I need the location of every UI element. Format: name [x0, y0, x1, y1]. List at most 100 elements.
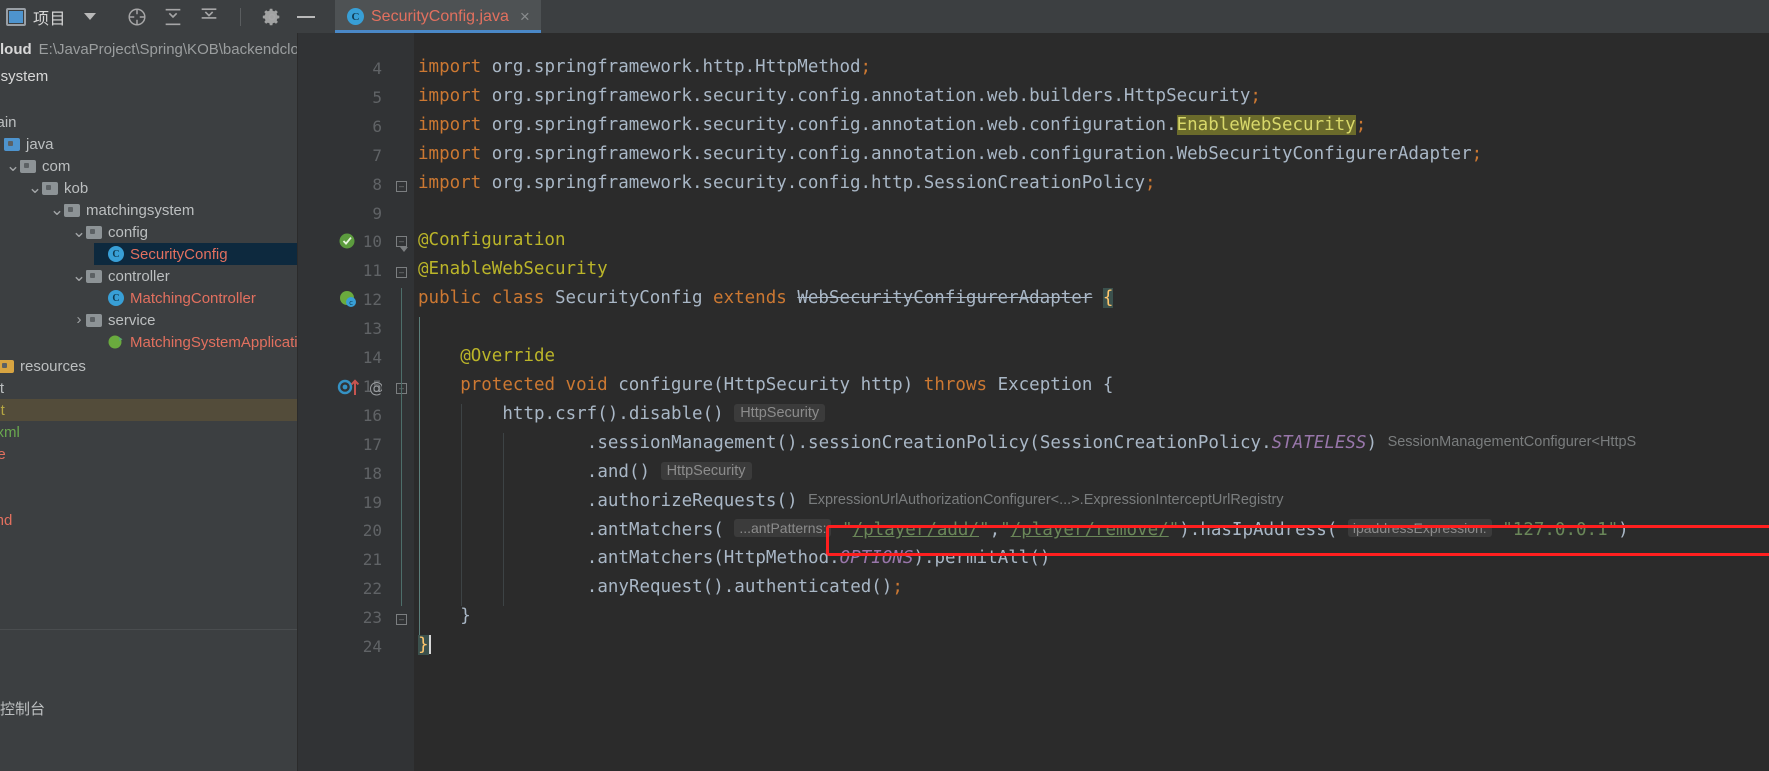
chevron-down-icon[interactable]: ⌄	[72, 223, 86, 240]
locate-icon[interactable]	[126, 6, 148, 28]
line-number: 22	[362, 579, 382, 599]
sidebar-item-resources[interactable]: resources	[0, 355, 297, 377]
svg-text:@: @	[369, 379, 382, 397]
code-line-18[interactable]: .and() HttpSecurity	[418, 461, 752, 482]
sidebar-item-com[interactable]: ⌄ com	[6, 155, 297, 177]
expand-all-icon[interactable]	[162, 6, 184, 28]
line-number: 11	[362, 261, 382, 281]
sidebar-item-matchingsystemapplication[interactable]: MatchingSystemApplication	[94, 331, 297, 353]
folder-icon	[42, 181, 58, 195]
sidebar-item-main[interactable]: main	[0, 111, 297, 133]
sidebar-item-config[interactable]: ⌄ config	[72, 221, 297, 243]
override-method-icon[interactable]: @	[336, 376, 384, 402]
fold-collapse-icon[interactable]: –	[396, 267, 407, 279]
sidebar-item-label: com	[42, 157, 71, 175]
fold-region-tail	[400, 247, 408, 253]
panel-divider	[0, 629, 297, 630]
minimize-icon[interactable]	[297, 15, 316, 18]
fold-collapse-icon[interactable]: –	[396, 614, 407, 626]
console-label[interactable]: 控制台	[0, 698, 45, 719]
fold-region-icon[interactable]: –	[396, 236, 407, 248]
code-line-20[interactable]: .antMatchers( ...antPatterns: "/player/a…	[418, 519, 1629, 540]
top-toolbar: 项目 C SecurityConfig.java ×	[0, 0, 1769, 33]
editor-gutter[interactable]: 456789101112131415161718192021222324c@	[298, 33, 390, 771]
collapse-all-icon[interactable]	[198, 6, 220, 28]
chevron-down-icon[interactable]: ⌄	[72, 267, 86, 284]
sidebar-item-ml[interactable]: ml	[0, 531, 297, 553]
folder-icon	[86, 269, 102, 283]
chevron-right-icon[interactable]: ›	[72, 312, 86, 327]
code-line-5[interactable]: import org.springframework.security.conf…	[418, 86, 1261, 106]
code-line-8[interactable]: import org.springframework.security.conf…	[418, 173, 1156, 193]
sidebar-item-cmd[interactable]: cmd	[0, 509, 297, 531]
project-tree-panel[interactable]: loud E:\JavaProject\Spring\KOB\backendcl…	[0, 33, 297, 771]
breadcrumb: loud E:\JavaProject\Spring\KOB\backendcl…	[0, 33, 297, 66]
gear-icon[interactable]	[261, 6, 283, 28]
folder-icon	[0, 359, 14, 373]
code-content[interactable]: import org.springframework.http.HttpMeth…	[414, 33, 1769, 771]
fold-collapse-icon[interactable]: –	[396, 180, 407, 192]
inlay-hint: ExpressionUrlAuthorizationConfigurer<...…	[808, 491, 1284, 508]
sidebar-item-label: matchingsystem	[86, 201, 195, 219]
chevron-down-icon[interactable]: ⌄	[6, 157, 20, 174]
ide-window: 项目 C SecurityConfig.java × loud E:\JavaP…	[0, 0, 1769, 771]
line-number: 9	[372, 203, 382, 223]
sidebar-item-kob[interactable]: ⌄ kob	[28, 177, 297, 199]
line-number: 10	[362, 232, 382, 252]
close-icon[interactable]: ×	[520, 8, 530, 25]
java-class-icon: C	[347, 8, 364, 25]
code-line-4[interactable]: import org.springframework.http.HttpMeth…	[418, 57, 871, 77]
sidebar-item-label: nd	[0, 468, 1, 485]
fold-column[interactable]: –––––	[390, 33, 414, 771]
chevron-down-icon[interactable]: ⌄	[28, 179, 42, 196]
spring-class-icon[interactable]: c	[338, 289, 358, 313]
folder-icon	[86, 313, 102, 327]
sidebar-item-ngsystem[interactable]: ngsystem	[0, 65, 297, 87]
line-number: 17	[362, 434, 382, 454]
sidebar-item-matchingcontroller[interactable]: C MatchingController	[94, 287, 297, 309]
java-class-icon: C	[108, 246, 124, 262]
tab-securityconfig[interactable]: C SecurityConfig.java ×	[335, 0, 541, 33]
bean-green-icon[interactable]	[338, 231, 358, 255]
code-line-12[interactable]: public class SecurityConfig extends WebS…	[418, 288, 1114, 309]
line-number: 20	[362, 521, 382, 541]
sidebar-item-est[interactable]: est	[0, 377, 297, 399]
sidebar-item-securityconfig[interactable]: C SecurityConfig	[94, 243, 297, 265]
code-line-17[interactable]: .sessionManagement().sessionCreationPoli…	[418, 433, 1636, 453]
code-line-15[interactable]: protected void configure(HttpSecurity ht…	[418, 375, 1113, 395]
tab-bar-empty	[540, 0, 1769, 33]
code-line-7[interactable]: import org.springframework.security.conf…	[418, 144, 1482, 164]
sidebar-item-get[interactable]: get	[0, 399, 297, 421]
sidebar-item-java[interactable]: java	[0, 133, 297, 155]
inlay-hint: HttpSecurity	[734, 403, 826, 422]
toolbar-divider	[240, 7, 242, 26]
editor-tab-bar: C SecurityConfig.java ×	[335, 0, 1769, 33]
sidebar-item-n-xml[interactable]: n.xml	[0, 421, 297, 443]
sidebar-item-nd[interactable]: nd	[0, 465, 297, 487]
code-line-23[interactable]: }	[418, 606, 471, 626]
code-editor[interactable]: 456789101112131415161718192021222324c@ –…	[298, 33, 1769, 771]
sidebar-item-label: MatchingSystemApplication	[130, 333, 297, 351]
code-line-19[interactable]: .authorizeRequests() ExpressionUrlAuthor…	[418, 491, 1284, 511]
code-line-22[interactable]: .anyRequest().authenticated();	[418, 577, 903, 597]
sidebar-item-label: cmd	[0, 511, 13, 529]
code-line-6[interactable]: import org.springframework.security.conf…	[418, 114, 1366, 135]
code-line-21[interactable]: .antMatchers(HttpMethod.OPTIONS).permitA…	[418, 548, 1051, 568]
sidebar-item-ore[interactable]: ore	[0, 443, 297, 465]
chevron-down-icon[interactable]: ⌄	[50, 201, 64, 218]
breadcrumb-name: loud	[0, 41, 32, 58]
line-number: 21	[362, 550, 382, 570]
code-line-24[interactable]: }	[418, 635, 431, 655]
code-line-11[interactable]: @EnableWebSecurity	[418, 259, 608, 279]
line-number: 8	[372, 174, 382, 194]
chevron-down-icon[interactable]	[84, 13, 97, 20]
java-class-icon: C	[108, 290, 124, 306]
code-line-10[interactable]: @Configuration	[418, 230, 566, 250]
code-line-16[interactable]: http.csrf().disable() HttpSecurity	[418, 403, 826, 424]
project-tree[interactable]: ngsystemmainjava⌄com⌄kob⌄matchingsystem⌄…	[0, 66, 297, 529]
sidebar-item-matchingsystem[interactable]: ⌄ matchingsystem	[50, 199, 297, 221]
sidebar-item-controller[interactable]: ⌄ controller	[72, 265, 297, 287]
sidebar-item-service[interactable]: › service	[72, 309, 297, 331]
spring-class-icon	[108, 334, 124, 350]
code-line-14[interactable]: @Override	[418, 346, 555, 366]
